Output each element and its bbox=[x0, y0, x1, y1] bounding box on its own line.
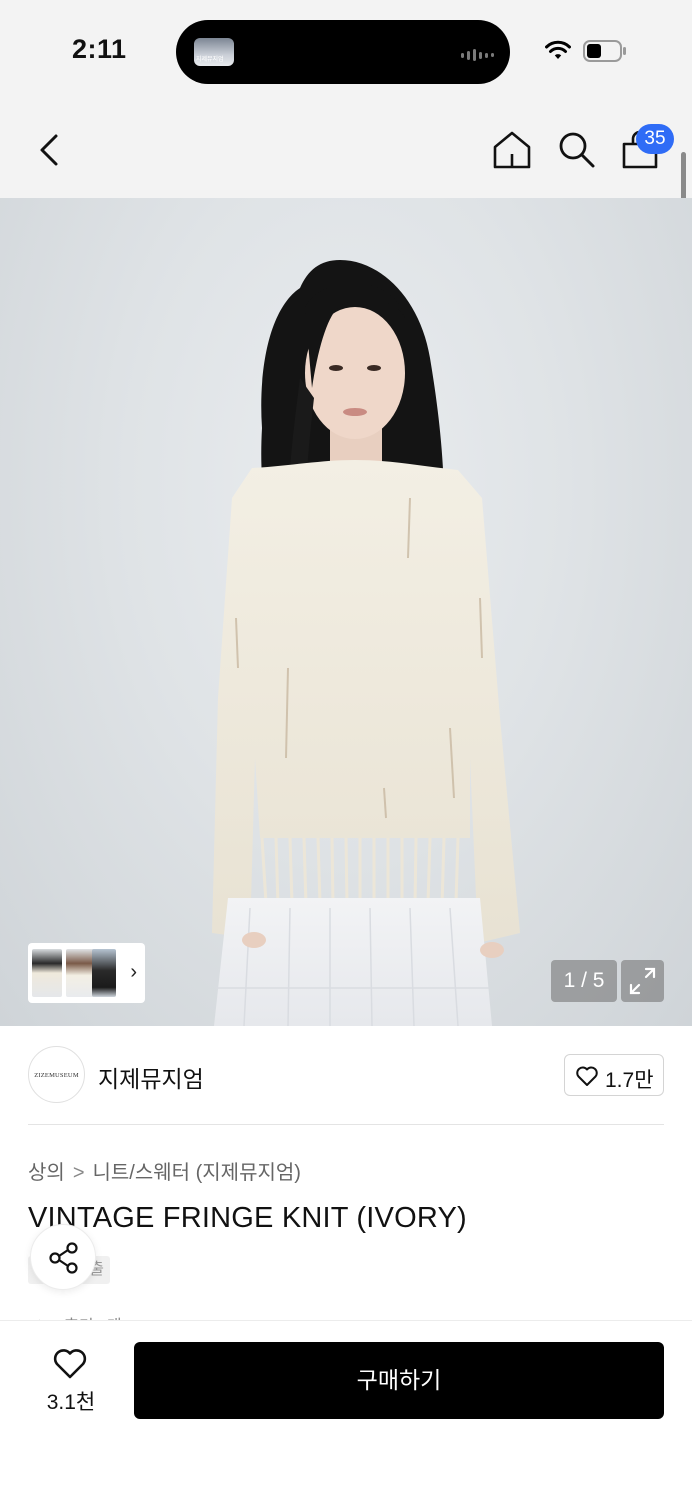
wishlist-button[interactable]: 3.1천 bbox=[28, 1340, 114, 1416]
heart-icon bbox=[576, 1066, 598, 1086]
battery-icon bbox=[583, 40, 626, 62]
status-bar: 2:11 지제뮤지엄 bbox=[0, 0, 692, 100]
heart-icon bbox=[53, 1349, 87, 1379]
breadcrumb-category[interactable]: 상의 bbox=[28, 1162, 65, 1184]
brand-like-button[interactable]: 1.7만 bbox=[564, 1054, 664, 1096]
top-navigation bbox=[0, 100, 692, 198]
thumbnail-1[interactable] bbox=[32, 949, 62, 997]
thumbnail-3[interactable] bbox=[92, 949, 116, 997]
breadcrumb-subcategory[interactable]: 니트/스웨터 (지제뮤지엄) bbox=[93, 1162, 301, 1184]
brand-logo[interactable]: ZIZEMUSEUM bbox=[28, 1046, 85, 1103]
brand-name[interactable]: 지제뮤지엄 bbox=[98, 1060, 204, 1094]
divider bbox=[28, 1124, 664, 1125]
status-time: 2:11 bbox=[72, 34, 127, 64]
share-button[interactable] bbox=[30, 1224, 96, 1290]
breadcrumb: 상의 > 니트/스웨터 (지제뮤지엄) bbox=[28, 1156, 301, 1185]
share-icon bbox=[49, 1242, 78, 1274]
audio-wave-icon bbox=[461, 49, 494, 61]
thumbnail-chevron-icon[interactable]: › bbox=[130, 961, 137, 984]
back-icon[interactable] bbox=[32, 130, 68, 170]
home-icon[interactable] bbox=[492, 130, 532, 170]
image-page-counter: 1 / 5 bbox=[551, 960, 617, 1002]
model-photo bbox=[212, 260, 520, 1026]
product-image[interactable] bbox=[0, 198, 692, 1026]
dynamic-island[interactable]: 지제뮤지엄 bbox=[176, 20, 510, 84]
wifi-icon bbox=[545, 40, 571, 59]
brand-like-count: 1.7만 bbox=[605, 1069, 654, 1092]
rating-summary[interactable]: ★ 5 후기 2개 bbox=[32, 1312, 122, 1320]
search-icon[interactable] bbox=[556, 130, 596, 170]
cart-count-badge: 35 bbox=[636, 124, 674, 154]
wishlist-count: 3.1천 bbox=[46, 1391, 96, 1414]
buy-button[interactable]: 구매하기 bbox=[134, 1342, 664, 1419]
expand-image-button[interactable] bbox=[621, 960, 664, 1002]
breadcrumb-separator: > bbox=[72, 1162, 85, 1184]
now-playing-thumbnail: 지제뮤지엄 bbox=[194, 38, 234, 66]
product-title: VINTAGE FRINGE KNIT (IVORY) bbox=[28, 1202, 467, 1234]
expand-icon bbox=[629, 967, 656, 995]
image-thumbnail-strip[interactable]: › bbox=[28, 943, 145, 1003]
now-playing-thumbnail-text: 지제뮤지엄 bbox=[196, 57, 224, 63]
